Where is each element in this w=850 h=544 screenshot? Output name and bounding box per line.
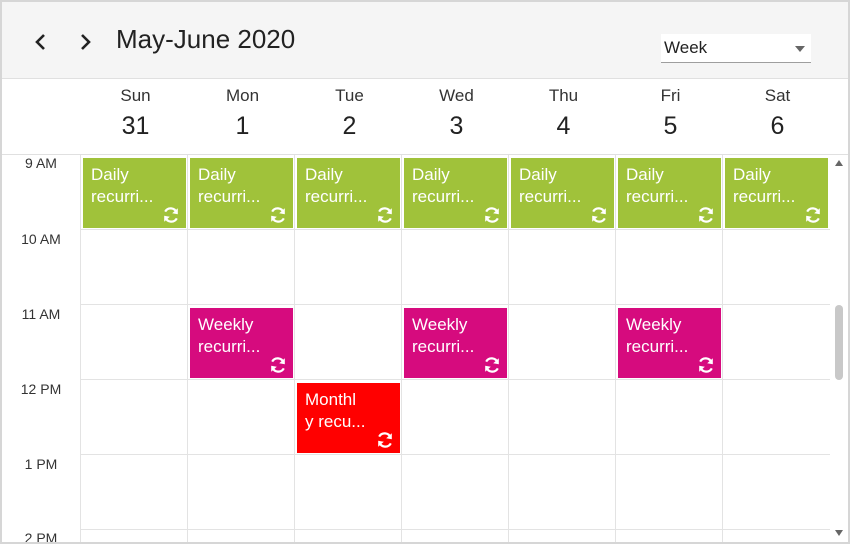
chevron-left-icon xyxy=(35,34,45,50)
day-date: 31 xyxy=(121,112,150,140)
grid-line xyxy=(80,454,830,455)
recurrence-icon xyxy=(378,207,392,223)
day-name: Wed xyxy=(439,86,474,105)
scroll-down-arrow-icon[interactable] xyxy=(835,530,843,536)
appointment-daily-mon[interactable]: Daily recurri... xyxy=(190,158,293,228)
grid-line xyxy=(80,229,830,230)
appointment-daily-wed[interactable]: Daily recurri... xyxy=(404,158,507,228)
time-label: 1 PM xyxy=(24,456,58,472)
grid-line xyxy=(80,379,830,380)
appointment-title: Daily xyxy=(733,165,771,184)
grid-line xyxy=(80,304,830,305)
grid-line xyxy=(187,155,188,542)
scheduler-header: May-June 2020 Week xyxy=(2,2,848,79)
time-label: 12 PM xyxy=(20,381,62,397)
view-dropdown-value: Week xyxy=(664,38,708,57)
day-date: 2 xyxy=(342,112,357,140)
date-range-title[interactable]: May-June 2020 xyxy=(116,24,295,55)
appointment-monthly-tue[interactable]: Monthl y recu... xyxy=(297,383,400,453)
appointment-title: Daily xyxy=(91,165,129,184)
day-header-row: Sun 31 Mon 1 Tue 2 Wed 3 Thu 4 Fri 5 Sat… xyxy=(2,80,848,155)
day-header-mon[interactable]: Mon 1 xyxy=(189,80,296,155)
appointment-daily-fri[interactable]: Daily recurri... xyxy=(618,158,721,228)
day-header-thu[interactable]: Thu 4 xyxy=(510,80,617,155)
appointment-daily-thu[interactable]: Daily recurri... xyxy=(511,158,614,228)
appointment-daily-sat[interactable]: Daily recurri... xyxy=(725,158,828,228)
view-dropdown[interactable]: Week xyxy=(661,34,811,63)
recurrence-icon xyxy=(485,357,499,373)
day-name: Tue xyxy=(335,86,364,105)
appointment-weekly-fri[interactable]: Weekly recurri... xyxy=(618,308,721,378)
appointment-title: Daily xyxy=(519,165,557,184)
grid-line xyxy=(401,155,402,542)
appointment-title: Daily xyxy=(412,165,450,184)
appointment-title: Monthl xyxy=(305,390,357,409)
day-header-wed[interactable]: Wed 3 xyxy=(403,80,510,155)
recurrence-icon xyxy=(806,207,820,223)
grid-line xyxy=(80,155,81,542)
recurrence-icon xyxy=(485,207,499,223)
time-label: 11 AM xyxy=(21,306,61,322)
day-name: Thu xyxy=(548,86,579,105)
day-header-fri[interactable]: Fri 5 xyxy=(617,80,724,155)
day-date: 6 xyxy=(770,112,785,140)
scheduler: May-June 2020 Week Sun 31 Mon 1 Tue 2 We… xyxy=(0,0,850,544)
grid-line xyxy=(294,155,295,542)
day-date: 3 xyxy=(449,112,464,140)
day-name: Sun xyxy=(120,86,151,105)
time-grid[interactable]: 9 AM 10 AM 11 AM 12 PM 1 PM 2 PM Daily re… xyxy=(2,155,848,542)
day-name: Mon xyxy=(225,86,260,105)
time-label: 10 AM xyxy=(21,231,61,247)
chevron-right-icon xyxy=(81,34,91,50)
grid-line xyxy=(615,155,616,542)
previous-button[interactable] xyxy=(26,24,56,60)
time-label: 9 AM xyxy=(25,155,57,171)
recurrence-icon xyxy=(592,207,606,223)
scrollbar-thumb[interactable] xyxy=(835,305,843,380)
appointment-title: Weekly xyxy=(412,315,468,334)
recurrence-icon xyxy=(378,432,392,448)
appointment-weekly-wed[interactable]: Weekly recurri... xyxy=(404,308,507,378)
vertical-scrollbar[interactable] xyxy=(831,155,848,542)
appointment-weekly-mon[interactable]: Weekly recurri... xyxy=(190,308,293,378)
grid-line xyxy=(508,155,509,542)
day-date: 4 xyxy=(556,112,571,140)
next-button[interactable] xyxy=(70,24,100,60)
day-name: Sat xyxy=(764,86,791,105)
appointment-daily-sun[interactable]: Daily recurri... xyxy=(83,158,186,228)
grid-line xyxy=(80,529,830,530)
scroll-up-arrow-icon[interactable] xyxy=(835,160,843,166)
time-label: 2 PM xyxy=(24,530,58,542)
recurrence-icon xyxy=(699,207,713,223)
grid-line xyxy=(722,155,723,542)
recurrence-icon xyxy=(164,207,178,223)
recurrence-icon xyxy=(271,207,285,223)
day-name: Fri xyxy=(660,86,681,105)
day-header-tue[interactable]: Tue 2 xyxy=(296,80,403,155)
recurrence-icon xyxy=(271,357,285,373)
appointment-title: Daily xyxy=(626,165,664,184)
day-header-sat[interactable]: Sat 6 xyxy=(724,80,831,155)
appointment-title: Daily xyxy=(198,165,236,184)
appointment-title: Weekly xyxy=(198,315,254,334)
recurrence-icon xyxy=(699,357,713,373)
dropdown-caret-icon xyxy=(795,46,805,52)
appointment-title: Weekly xyxy=(626,315,682,334)
appointment-daily-tue[interactable]: Daily recurri... xyxy=(297,158,400,228)
day-date: 1 xyxy=(235,112,250,140)
day-date: 5 xyxy=(663,112,678,140)
appointment-title: Daily xyxy=(305,165,343,184)
day-header-sun[interactable]: Sun 31 xyxy=(82,80,189,155)
